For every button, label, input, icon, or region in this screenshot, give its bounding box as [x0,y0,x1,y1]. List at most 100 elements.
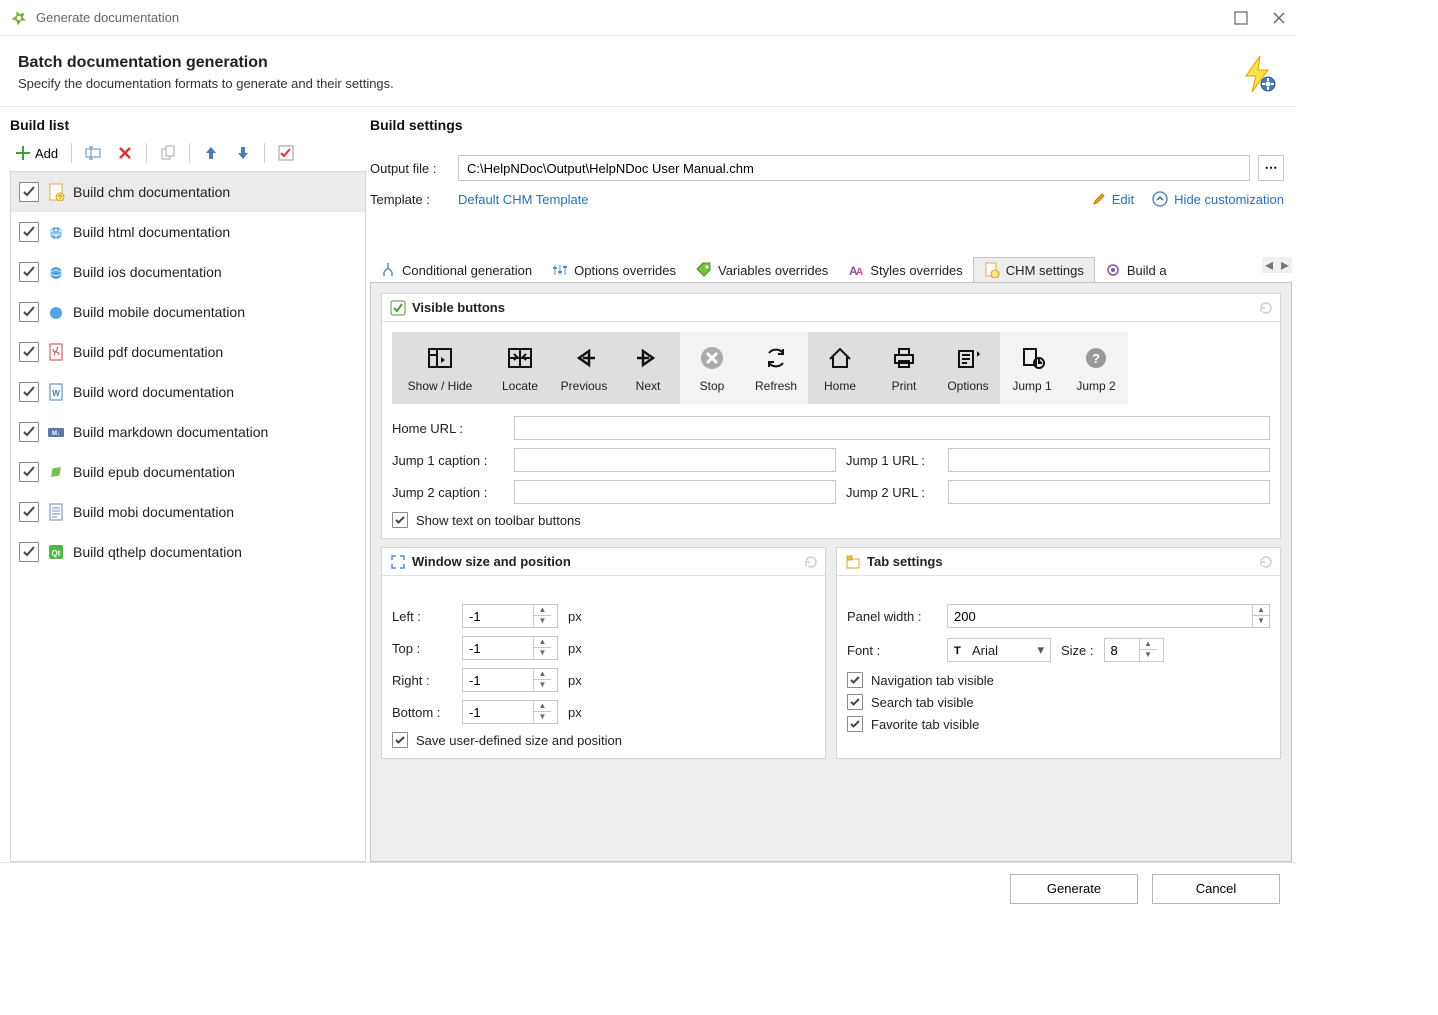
svg-text:Qt: Qt [52,549,61,558]
save-size-checkbox[interactable] [392,732,408,748]
close-icon[interactable] [1272,11,1286,25]
add-button[interactable]: Add [10,142,63,164]
move-up-button[interactable] [198,142,224,164]
output-file-input[interactable] [458,155,1250,181]
reset-icon[interactable] [1258,554,1274,570]
checkbox[interactable] [19,302,39,322]
toggle-jump2[interactable]: ?Jump 2 [1064,332,1128,404]
search-tab-checkbox[interactable] [847,694,863,710]
toggle-home[interactable]: Home [808,332,872,404]
build-item-markdown[interactable]: M↓ Build markdown documentation [11,412,365,452]
move-down-button[interactable] [230,142,256,164]
rename-button[interactable] [80,142,106,164]
toggle-jump1[interactable]: Jump 1 [1000,332,1064,404]
checkbox[interactable] [19,342,39,362]
mobi-icon [47,503,65,521]
hide-customization-link[interactable]: Hide customization [1152,191,1284,207]
checkbox[interactable] [19,182,39,202]
header-subtitle: Specify the documentation formats to gen… [18,76,1238,91]
build-item-epub[interactable]: Build epub documentation [11,452,365,492]
build-settings-title: Build settings [370,117,1292,133]
build-item-pdf[interactable]: Build pdf documentation [11,332,365,372]
checkbox[interactable] [19,422,39,442]
tab-variables-overrides[interactable]: Variables overrides [686,258,838,282]
maximize-icon[interactable] [1234,11,1248,25]
font-size-input[interactable]: ▲▼ [1104,638,1164,662]
title-bar: Generate documentation [0,0,1296,36]
svg-text:M↓: M↓ [52,431,60,437]
delete-button[interactable] [112,142,138,164]
arrow-up-icon [203,145,219,161]
build-list[interactable]: ? Build chm documentation Build html doc… [10,171,366,862]
jump1-caption-input[interactable] [514,448,836,472]
show-text-checkbox[interactable] [392,512,408,528]
markdown-icon: M↓ [47,423,65,441]
toggle-next[interactable]: Next [616,332,680,404]
template-link[interactable]: Default CHM Template [458,192,589,207]
tab-build-actions[interactable]: Build a [1095,258,1177,282]
build-item-chm[interactable]: ? Build chm documentation [11,172,365,212]
font-select[interactable]: T Arial▾ [947,638,1051,662]
top-input[interactable]: ▲▼ [462,636,558,660]
rename-icon [85,145,101,161]
build-list-pane: Build list Add ? Build chm documentation [10,117,366,862]
jump1-url-input[interactable] [948,448,1270,472]
build-settings-pane: Build settings Output file : ⋯ Template … [370,117,1292,862]
check-all-button[interactable] [273,142,299,164]
checkbox[interactable] [19,262,39,282]
jump2-caption-input[interactable] [514,480,836,504]
visible-buttons-group: Visible buttons Show / Hide Locate Previ… [381,293,1281,539]
bottom-input[interactable]: ▲▼ [462,700,558,724]
build-item-qthelp[interactable]: Qt Build qthelp documentation [11,532,365,572]
build-item-ios[interactable]: Build ios documentation [11,252,365,292]
reset-icon[interactable] [803,554,819,570]
checkbox[interactable] [19,462,39,482]
jump2-url-input[interactable] [948,480,1270,504]
next-icon [633,343,663,373]
reset-icon[interactable] [1258,300,1274,316]
browse-button[interactable]: ⋯ [1258,155,1284,181]
toggle-stop[interactable]: Stop [680,332,744,404]
toggle-options[interactable]: Options [936,332,1000,404]
toggle-print[interactable]: Print [872,332,936,404]
tab-options-overrides[interactable]: Options overrides [542,258,686,282]
duplicate-button[interactable] [155,142,181,164]
chm-icon: ? [47,183,65,201]
checkbox[interactable] [19,502,39,522]
ios-icon [47,263,65,281]
cancel-button[interactable]: Cancel [1152,874,1280,904]
build-item-word[interactable]: W Build word documentation [11,372,365,412]
build-item-mobi[interactable]: Build mobi documentation [11,492,365,532]
tab-conditional-generation[interactable]: Conditional generation [370,258,542,282]
collapse-icon [1152,191,1168,207]
checkbox[interactable] [19,222,39,242]
checkbox[interactable] [19,382,39,402]
home-url-input[interactable] [514,416,1270,440]
home-icon [825,343,855,373]
left-input[interactable]: ▲▼ [462,604,558,628]
edit-link[interactable]: Edit [1092,192,1134,207]
toggle-refresh[interactable]: Refresh [744,332,808,404]
generate-button[interactable]: Generate [1010,874,1138,904]
build-item-mobile[interactable]: Build mobile documentation [11,292,365,332]
build-item-html[interactable]: Build html documentation [11,212,365,252]
nav-tab-checkbox[interactable] [847,672,863,688]
template-label: Template : [370,192,450,207]
tab-styles-overrides[interactable]: AAStyles overrides [838,258,972,282]
tab-scroll-left[interactable]: ◂ [1262,257,1276,273]
jump1-url-label: Jump 1 URL : [846,453,938,468]
toggle-previous[interactable]: Previous [552,332,616,404]
toggle-locate[interactable]: Locate [488,332,552,404]
toggle-show-hide[interactable]: Show / Hide [392,332,488,404]
checkbox[interactable] [19,542,39,562]
jump1-caption-label: Jump 1 caption : [392,453,504,468]
tab-scroll-right[interactable]: ▸ [1278,257,1292,273]
jump2-caption-label: Jump 2 caption : [392,485,504,500]
panel-width-input[interactable]: ▲▼ [947,604,1270,628]
fav-tab-checkbox[interactable] [847,716,863,732]
settings-tabstrip: Conditional generation Options overrides… [370,253,1292,283]
output-file-label: Output file : [370,161,450,176]
build-list-toolbar: Add [10,139,366,167]
tab-chm-settings[interactable]: CHM settings [973,257,1095,283]
right-input[interactable]: ▲▼ [462,668,558,692]
